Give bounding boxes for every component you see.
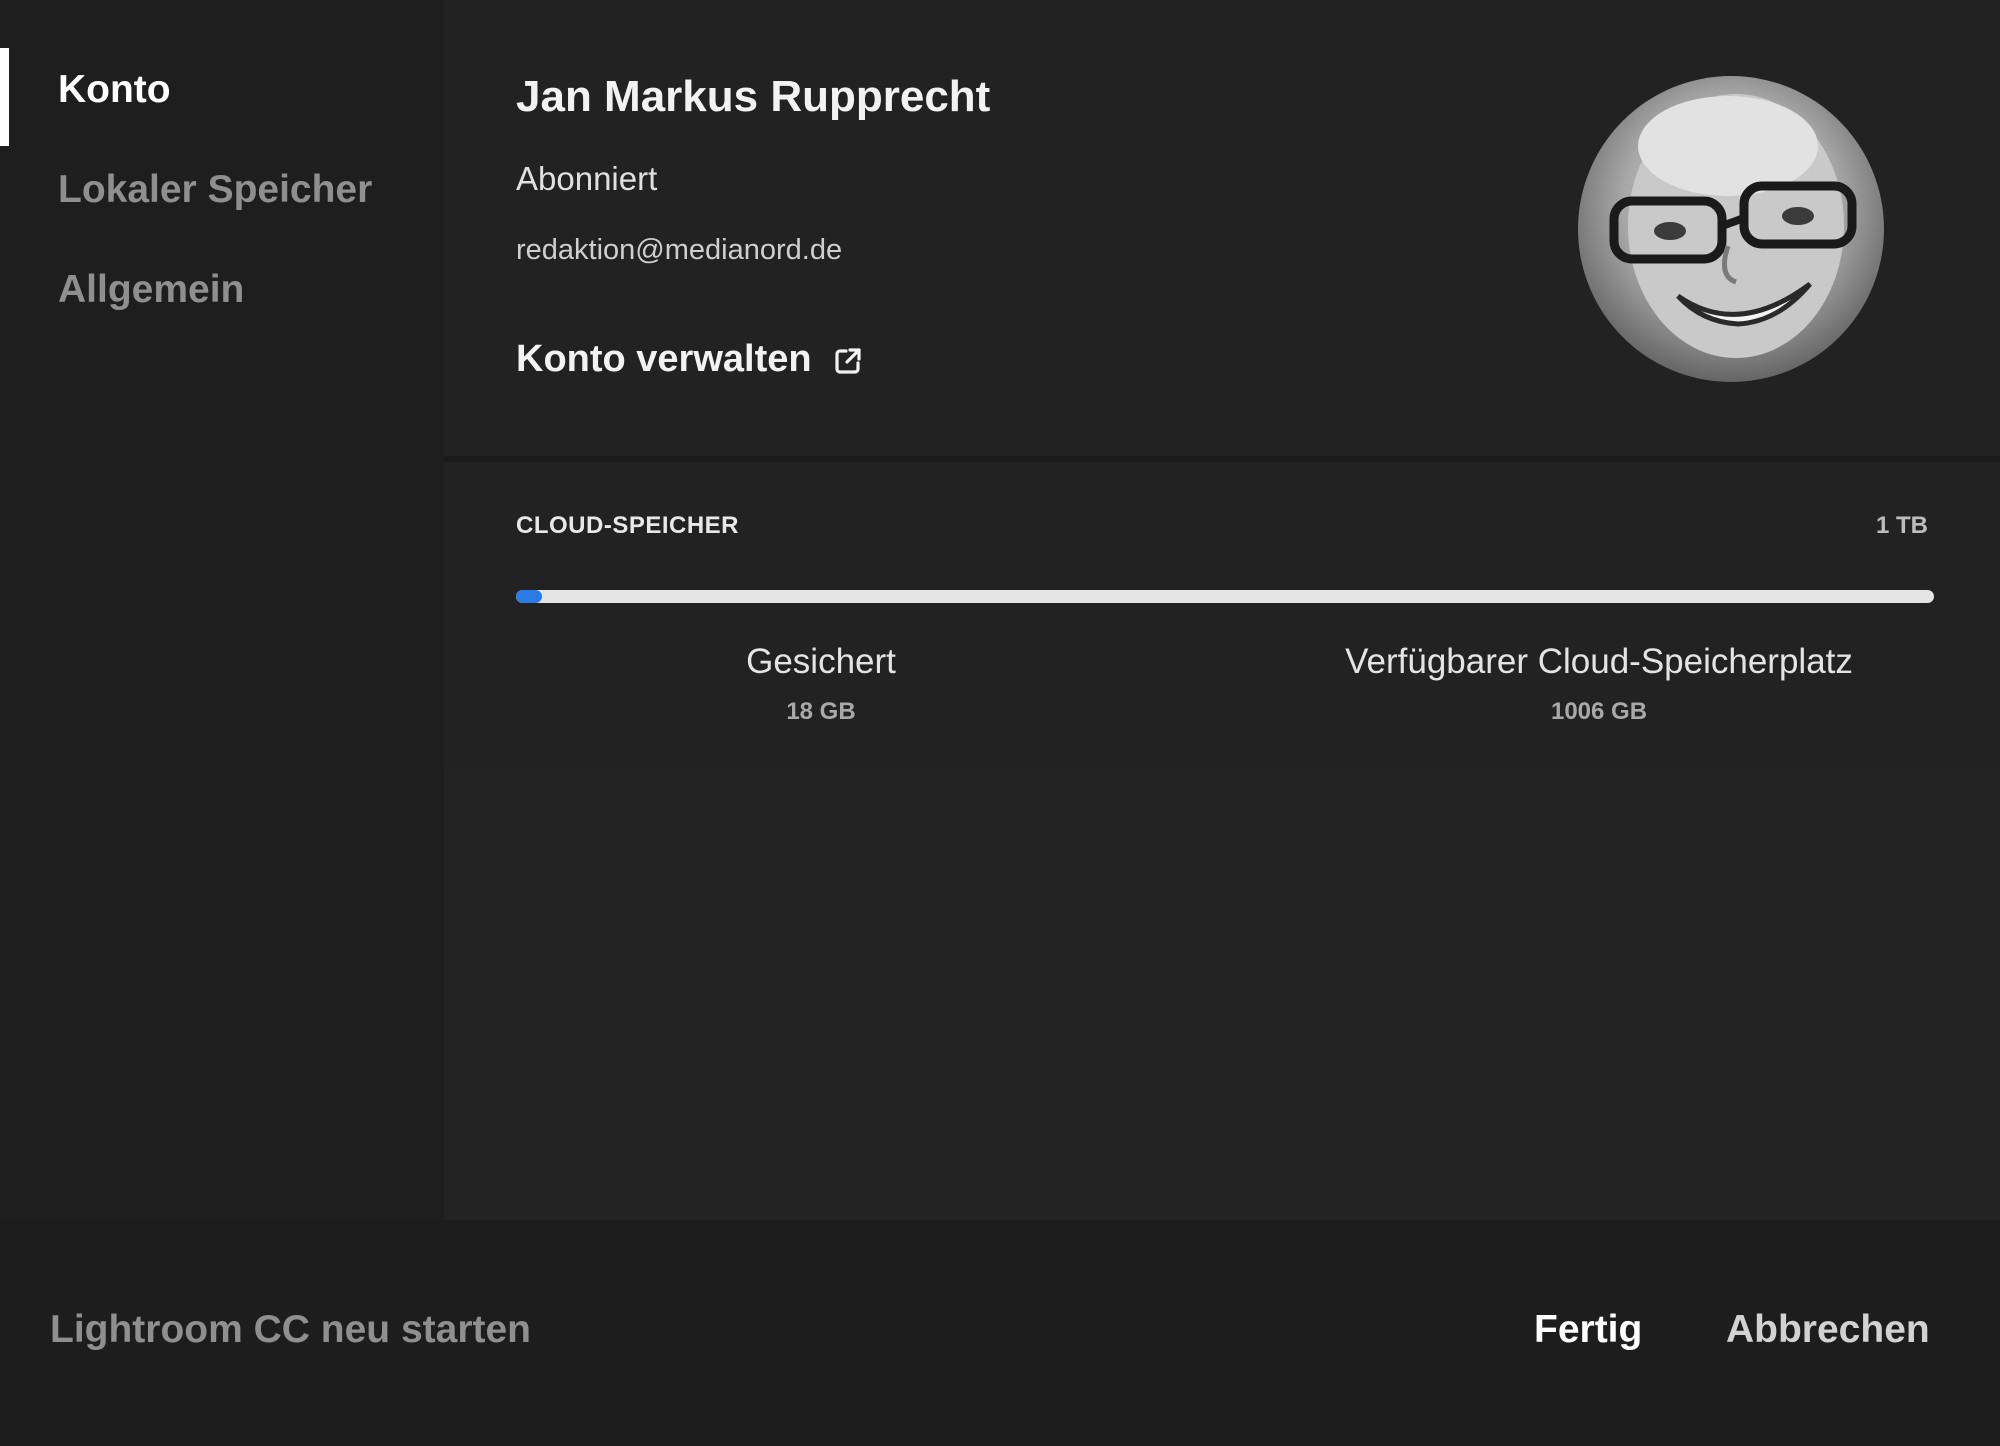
cloud-storage-title: CLOUD-SPEICHER — [516, 512, 740, 539]
manage-account-link[interactable]: Konto verwalten — [516, 338, 864, 381]
cancel-button[interactable]: Abbrechen — [1726, 1308, 1930, 1352]
saved-stat: Gesichert 18 GB — [706, 642, 936, 726]
user-email: redaktion@medianord.de — [516, 234, 843, 266]
footer-bar: Lightroom CC neu starten Fertig Abbreche… — [0, 1220, 2000, 1446]
saved-label: Gesichert — [746, 642, 896, 681]
sidebar-item-allgemein[interactable]: Allgemein — [58, 268, 244, 312]
subscription-status: Abonniert — [516, 160, 658, 197]
preferences-window: Konto Lokaler Speicher Allgemein Jan Mar… — [0, 0, 2000, 1446]
available-stat: Verfügbarer Cloud-Speicherplatz 1006 GB — [1304, 642, 1894, 726]
restart-lightroom-button[interactable]: Lightroom CC neu starten — [50, 1308, 531, 1352]
sidebar-item-konto[interactable]: Konto — [58, 68, 171, 112]
account-card: Jan Markus Rupprecht Abonniert redaktion… — [444, 0, 2000, 456]
nav-active-indicator — [0, 48, 9, 146]
available-value: 1006 GB — [1550, 698, 1648, 725]
storage-progress-bar — [516, 590, 1934, 603]
manage-account-label: Konto verwalten — [516, 338, 812, 380]
sidebar: Konto Lokaler Speicher Allgemein — [0, 0, 444, 1220]
available-label: Verfügbarer Cloud-Speicherplatz — [1345, 642, 1853, 681]
external-link-icon — [832, 344, 864, 376]
empty-content-area — [444, 774, 2000, 1220]
done-button[interactable]: Fertig — [1534, 1308, 1642, 1352]
avatar — [1578, 76, 1884, 382]
saved-value: 18 GB — [786, 698, 856, 725]
cloud-storage-section: CLOUD-SPEICHER 1 TB Gesichert 18 GB Verf… — [444, 462, 2000, 768]
user-name: Jan Markus Rupprecht — [516, 72, 991, 121]
main-panel: Jan Markus Rupprecht Abonniert redaktion… — [444, 0, 2000, 1220]
storage-progress-fill — [516, 590, 542, 603]
cloud-storage-total: 1 TB — [1875, 512, 1928, 539]
sidebar-item-lokaler-speicher[interactable]: Lokaler Speicher — [58, 168, 372, 212]
